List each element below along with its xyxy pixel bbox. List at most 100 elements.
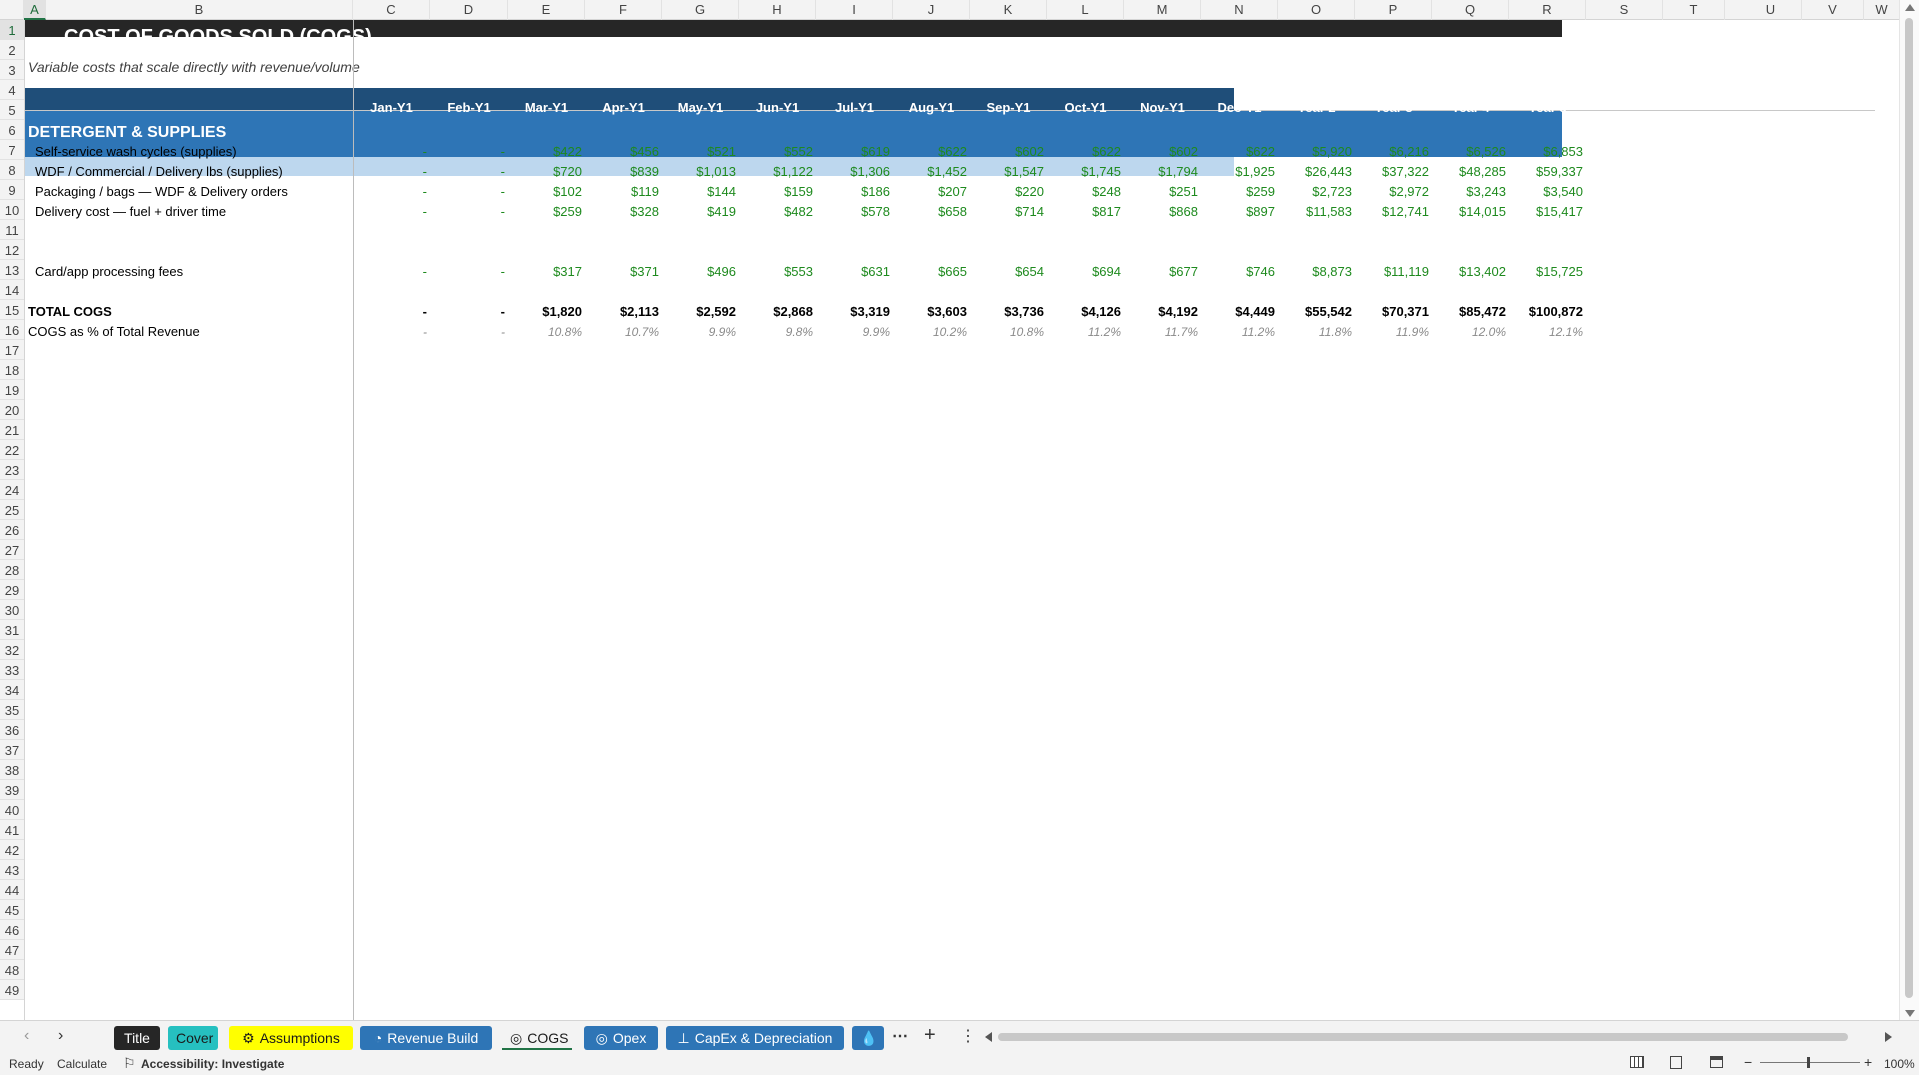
line-item-value[interactable]: $11,583 (1278, 203, 1355, 221)
column-header[interactable]: N (1201, 0, 1278, 20)
row-header[interactable]: 12 (0, 240, 24, 260)
line-item-value[interactable]: $553 (739, 263, 816, 281)
pct-value[interactable]: 9.9% (662, 323, 739, 341)
line-item-value[interactable]: $14,015 (1432, 203, 1509, 221)
line-item-value[interactable]: $259 (508, 203, 585, 221)
line-item-label[interactable]: Card/app processing fees (35, 263, 183, 281)
accessibility-status[interactable]: Accessibility: Investigate (141, 1057, 284, 1071)
pct-value[interactable]: 9.8% (739, 323, 816, 341)
row-header[interactable]: 18 (0, 360, 24, 380)
line-item-value[interactable]: $15,417 (1509, 203, 1586, 221)
row-header[interactable]: 22 (0, 440, 24, 460)
line-item-value[interactable]: - (353, 203, 430, 221)
scroll-up-arrow-icon[interactable] (1905, 4, 1915, 11)
line-item-value[interactable]: - (430, 263, 508, 281)
hscroll-left-icon[interactable] (985, 1032, 992, 1042)
row-header[interactable]: 14 (0, 280, 24, 300)
line-item-value[interactable]: $422 (508, 143, 585, 161)
row-header[interactable]: 1 (0, 20, 24, 40)
zoom-slider-thumb[interactable] (1807, 1057, 1810, 1068)
total-value[interactable]: $4,192 (1124, 303, 1201, 321)
pct-value[interactable]: 11.2% (1201, 323, 1278, 341)
line-item-value[interactable]: $622 (893, 143, 970, 161)
line-item-value[interactable]: $6,526 (1432, 143, 1509, 161)
row-header[interactable]: 41 (0, 820, 24, 840)
line-item-value[interactable]: $602 (970, 143, 1047, 161)
row-header[interactable]: 34 (0, 680, 24, 700)
row-header[interactable]: 36 (0, 720, 24, 740)
total-value[interactable]: $85,472 (1432, 303, 1509, 321)
row-header[interactable]: 33 (0, 660, 24, 680)
line-item-value[interactable]: $746 (1201, 263, 1278, 281)
horizontal-scrollbar[interactable] (998, 1033, 1848, 1041)
line-item-value[interactable]: $622 (1201, 143, 1278, 161)
zoom-slider[interactable] (1760, 1062, 1860, 1063)
sheet-tab[interactable]: ◎ Opex (584, 1026, 658, 1050)
column-header[interactable]: F (585, 0, 662, 20)
pct-value[interactable]: 10.7% (585, 323, 662, 341)
sheet-tab[interactable]: Cover (168, 1026, 218, 1050)
line-item-value[interactable]: $817 (1047, 203, 1124, 221)
scroll-thumb[interactable] (1905, 18, 1913, 998)
pct-value[interactable]: - (430, 323, 508, 341)
row-header[interactable]: 6 (0, 120, 24, 140)
line-item-value[interactable]: $1,013 (662, 163, 739, 181)
tab-bar-options-icon[interactable]: ⋮ (960, 1026, 976, 1046)
row-header[interactable]: 24 (0, 480, 24, 500)
line-item-value[interactable]: $259 (1201, 183, 1278, 201)
scroll-down-arrow-icon[interactable] (1905, 1010, 1915, 1017)
line-item-value[interactable]: $1,306 (816, 163, 893, 181)
column-header[interactable]: G (662, 0, 739, 20)
row-header[interactable]: 3 (0, 60, 24, 80)
line-item-value[interactable]: $552 (739, 143, 816, 161)
row-header[interactable]: 40 (0, 800, 24, 820)
line-item-value[interactable]: $3,243 (1432, 183, 1509, 201)
pct-value[interactable]: 11.8% (1278, 323, 1355, 341)
row-header[interactable]: 26 (0, 520, 24, 540)
row-header[interactable]: 11 (0, 220, 24, 240)
hscroll-right-icon[interactable] (1885, 1032, 1892, 1042)
line-item-value[interactable]: - (353, 163, 430, 181)
line-item-value[interactable]: $186 (816, 183, 893, 201)
column-header[interactable]: M (1124, 0, 1201, 20)
line-item-value[interactable]: $456 (585, 143, 662, 161)
row-header[interactable]: 45 (0, 900, 24, 920)
total-value[interactable]: $2,868 (739, 303, 816, 321)
line-item-value[interactable]: $251 (1124, 183, 1201, 201)
column-header[interactable]: I (816, 0, 893, 20)
pct-value[interactable]: 11.9% (1355, 323, 1432, 341)
line-item-value[interactable]: $207 (893, 183, 970, 201)
total-value[interactable]: - (353, 303, 430, 321)
row-header[interactable]: 8 (0, 160, 24, 180)
pct-value[interactable]: 9.9% (816, 323, 893, 341)
row-header[interactable]: 9 (0, 180, 24, 200)
line-item-value[interactable]: - (353, 263, 430, 281)
column-header[interactable]: J (893, 0, 970, 20)
line-item-value[interactable]: $578 (816, 203, 893, 221)
column-header[interactable]: W (1864, 0, 1900, 20)
line-item-value[interactable]: $144 (662, 183, 739, 201)
page-layout-icon[interactable] (1670, 1056, 1682, 1069)
total-value[interactable]: $4,449 (1201, 303, 1278, 321)
column-header[interactable]: V (1802, 0, 1864, 20)
line-item-value[interactable]: $482 (739, 203, 816, 221)
line-item-label[interactable]: Delivery cost — fuel + driver time (35, 203, 226, 221)
line-item-value[interactable]: $897 (1201, 203, 1278, 221)
line-item-value[interactable]: - (430, 143, 508, 161)
line-item-value[interactable]: $37,322 (1355, 163, 1432, 181)
zoom-in-icon[interactable]: + (1864, 1054, 1872, 1070)
row-header[interactable]: 23 (0, 460, 24, 480)
row-header[interactable]: 29 (0, 580, 24, 600)
line-item-value[interactable]: $317 (508, 263, 585, 281)
vertical-scrollbar[interactable] (1899, 0, 1919, 1020)
column-header[interactable]: P (1355, 0, 1432, 20)
line-item-value[interactable]: $26,443 (1278, 163, 1355, 181)
normal-view-icon[interactable] (1630, 1056, 1644, 1068)
sheet-tab[interactable]: ◎ COGS (502, 1026, 572, 1050)
line-item-value[interactable]: $3,540 (1509, 183, 1586, 201)
line-item-value[interactable]: $1,122 (739, 163, 816, 181)
line-item-value[interactable]: - (353, 143, 430, 161)
row-header[interactable]: 38 (0, 760, 24, 780)
line-item-value[interactable]: $622 (1047, 143, 1124, 161)
row-header[interactable]: 48 (0, 960, 24, 980)
